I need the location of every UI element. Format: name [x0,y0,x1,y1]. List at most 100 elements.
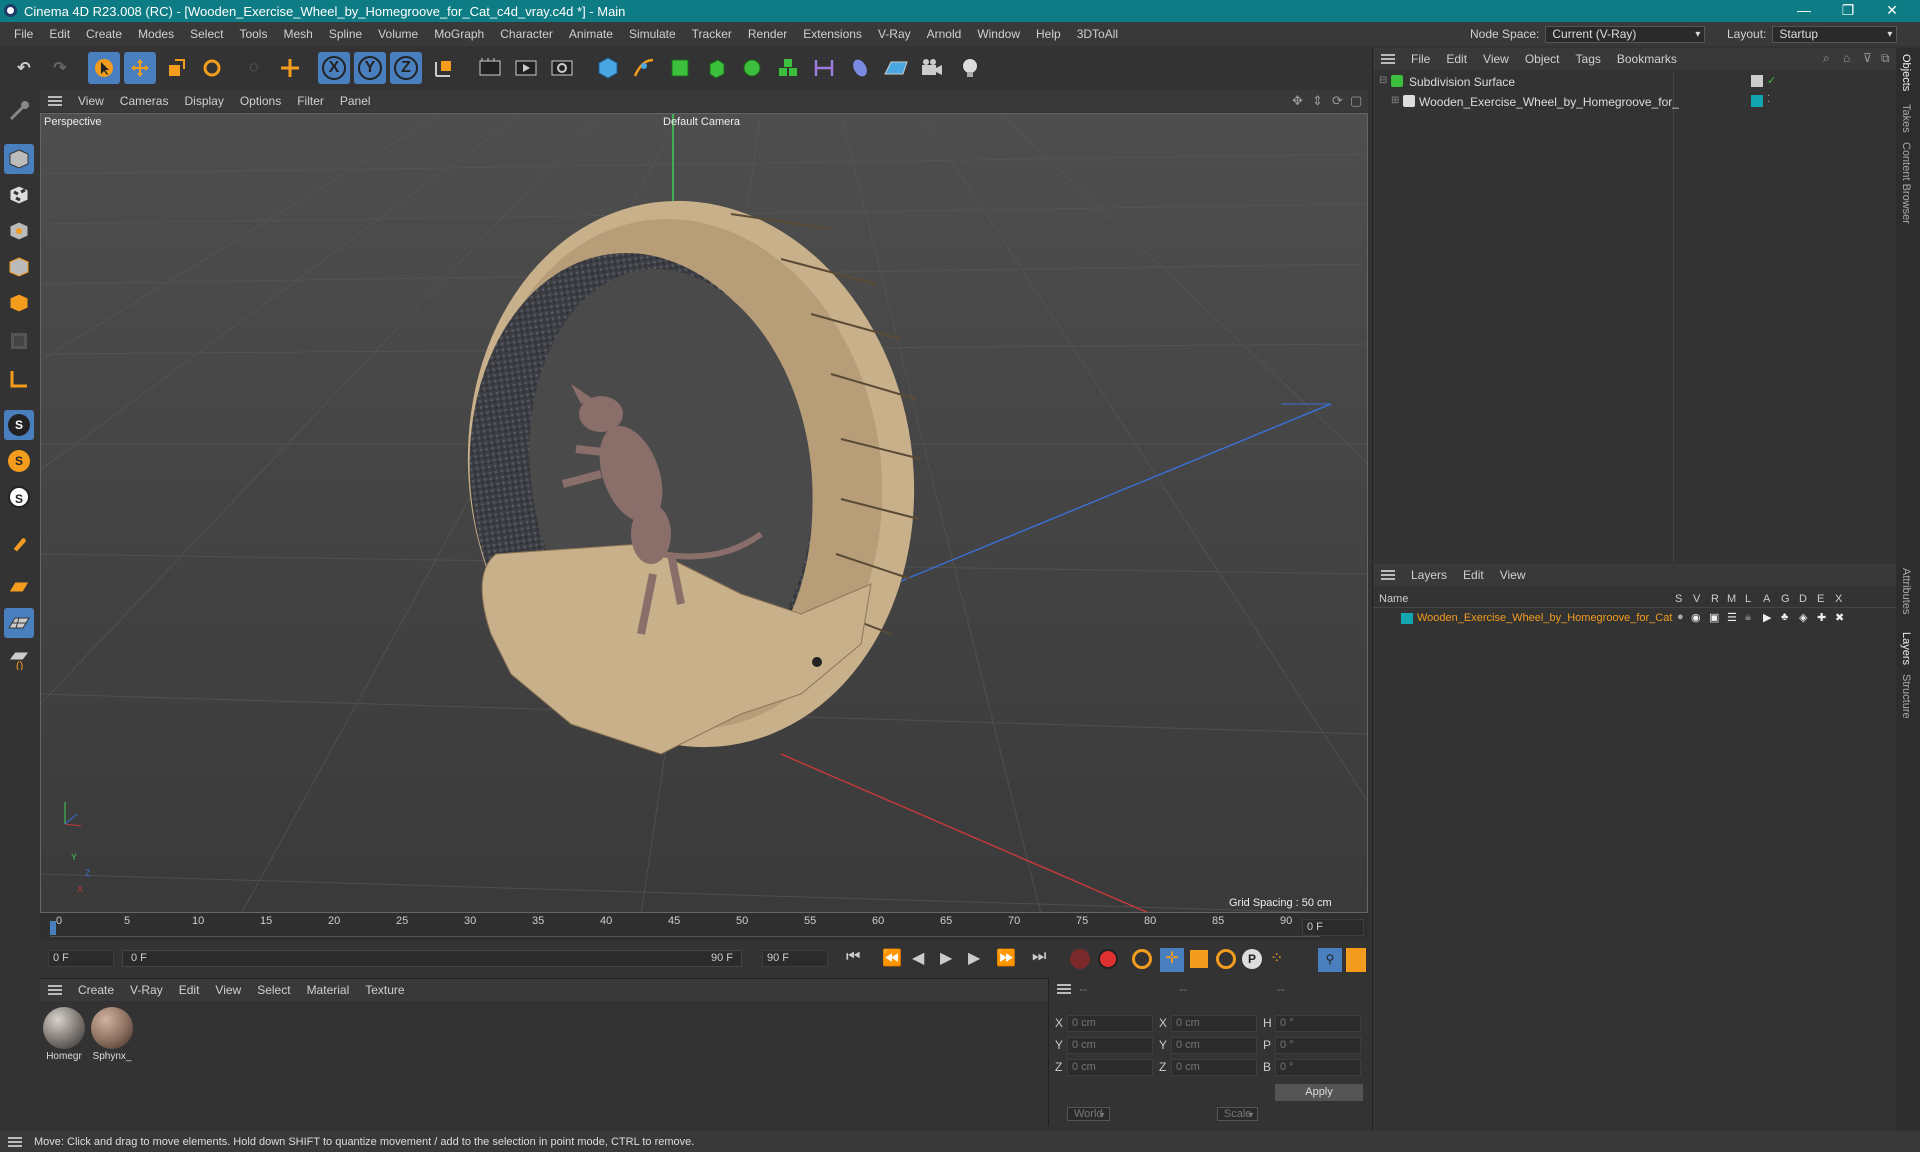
scale-key-icon[interactable] [1190,950,1208,968]
next-key-icon[interactable]: ⏩ [996,948,1016,968]
size-z-field[interactable]: 0 cm [1171,1059,1257,1076]
vp-menu-panel[interactable]: Panel [332,94,379,108]
move-tool-icon[interactable] [124,52,156,84]
layer-generator-icon[interactable]: ♣ [1781,611,1788,623]
vp-menu-options[interactable]: Options [232,94,289,108]
layer-menu-edit[interactable]: Edit [1455,568,1492,582]
layer-visible-icon[interactable]: ◉ [1691,611,1701,624]
menu-vray[interactable]: V-Ray [870,27,919,41]
layer-lock-icon[interactable]: 🔒︎ [1745,611,1751,624]
render-view-icon[interactable] [510,52,542,84]
tab-layers[interactable]: Layers [1900,632,1912,665]
menu-extensions[interactable]: Extensions [795,27,870,41]
size-x-field[interactable]: 0 cm [1171,1015,1257,1032]
menu-animate[interactable]: Animate [561,27,621,41]
parameter-key-icon[interactable]: P [1242,949,1262,969]
mat-menu-material[interactable]: Material [299,983,358,997]
solo-icon[interactable]: () [4,644,34,674]
live-selection-icon[interactable]: ◌ [238,52,270,84]
menu-window[interactable]: Window [969,27,1028,41]
tab-content-browser[interactable]: Content Browser [1900,142,1912,224]
goto-end-icon[interactable]: ⏭ [1032,948,1046,966]
enabled-check-icon[interactable]: ✓ [1767,74,1776,87]
layout-select[interactable]: Startup [1772,25,1898,43]
object-menu-icon[interactable] [1381,54,1395,64]
pla-key-icon[interactable]: ⁘ [1270,948,1283,968]
cloner-icon[interactable] [736,52,768,84]
obj-menu-file[interactable]: File [1403,52,1438,66]
menu-3dtoall[interactable]: 3DToAll [1069,27,1126,41]
coord-system-select[interactable]: World [1067,1107,1110,1121]
texture-mode-icon[interactable] [4,180,34,210]
transform-icon[interactable] [274,52,306,84]
workplane-icon[interactable] [4,572,34,602]
mat-menu-texture[interactable]: Texture [357,983,412,997]
restore-button[interactable]: ❐ [1826,0,1870,22]
layer-deformer-icon[interactable]: ◈ [1799,611,1807,624]
menu-simulate[interactable]: Simulate [621,27,684,41]
timeline-ruler[interactable]: 0 5 10 15 20 25 30 35 40 45 50 55 60 65 … [40,913,1368,941]
collapse-icon[interactable]: ⊟ [1379,75,1387,86]
mat-menu-vray[interactable]: V-Ray [122,983,171,997]
rot-b-field[interactable]: 0 ° [1275,1059,1361,1076]
menu-spline[interactable]: Spline [321,27,370,41]
obj-menu-view[interactable]: View [1475,52,1517,66]
pos-y-field[interactable]: 0 cm [1067,1037,1153,1054]
redo-icon[interactable]: ↷ [44,52,76,84]
deformer-icon[interactable] [808,52,840,84]
material-swatch[interactable]: Homegr [42,1005,86,1065]
layer-menu-layers[interactable]: Layers [1403,568,1455,582]
menu-mograph[interactable]: MoGraph [426,27,492,41]
array-icon[interactable] [772,52,804,84]
obj-menu-bookmarks[interactable]: Bookmarks [1609,52,1685,66]
make-editable-icon[interactable] [4,96,34,126]
model-mode-icon[interactable] [4,144,34,174]
polygon-mode-icon[interactable] [4,288,34,318]
vp-menu-filter[interactable]: Filter [289,94,332,108]
rotate-view-icon[interactable]: ⟳ [1332,93,1343,109]
keyframe-selection-icon[interactable] [1132,949,1152,969]
minimize-button[interactable]: — [1782,0,1826,22]
subdivision-icon[interactable] [664,52,696,84]
cube-icon[interactable] [592,52,624,84]
prev-key-icon[interactable]: ⏪ [882,948,902,968]
layer-color-icon[interactable] [1751,95,1763,107]
layer-tag-icon[interactable] [1751,75,1763,87]
position-key-icon[interactable]: ✛ [1160,948,1184,972]
current-frame-field[interactable]: 0 F [1302,919,1364,936]
mat-menu-create[interactable]: Create [70,983,122,997]
autokey-icon[interactable] [1098,949,1118,969]
point-mode-icon[interactable] [4,216,34,246]
frame-range-slider[interactable]: 0 F 90 F [122,950,742,967]
snap-icon[interactable]: S [4,410,34,440]
vp-menu-display[interactable]: Display [176,94,231,108]
workplane-snap-icon[interactable]: S [4,482,34,512]
obj-menu-object[interactable]: Object [1517,52,1568,66]
tab-objects[interactable]: Objects [1900,54,1912,91]
maximize-view-icon[interactable]: ▢ [1350,93,1362,109]
floor-icon[interactable] [880,52,912,84]
obj-menu-tags[interactable]: Tags [1568,52,1609,66]
motion-record-icon[interactable]: ⚲ [1318,948,1342,972]
pen-spline-icon[interactable] [628,52,660,84]
apply-button[interactable]: Apply [1275,1084,1363,1101]
object-row-wheel[interactable]: ⊞ Wooden_Exercise_Wheel_by_Homegroove_fo… [1373,92,1897,112]
record-icon[interactable] [1070,949,1090,969]
tab-attributes[interactable]: Attributes [1900,568,1912,614]
render-region-icon[interactable] [474,52,506,84]
home-icon[interactable]: ⌂ [1843,51,1850,65]
obj-menu-edit[interactable]: Edit [1438,52,1475,66]
pos-z-field[interactable]: 0 cm [1067,1059,1153,1076]
snap-settings-icon[interactable]: S [4,446,34,476]
new-window-icon[interactable]: ⧉ [1881,51,1890,66]
axis-mode-icon[interactable] [4,364,34,394]
tab-structure[interactable]: Structure [1900,674,1912,719]
visibility-dots-icon[interactable]: ⁚ [1767,94,1770,105]
play-icon[interactable]: ▶ [940,948,952,968]
prev-frame-icon[interactable]: ◀ [912,948,924,968]
layer-xref-icon[interactable]: ✖ [1835,611,1844,624]
scale-tool-icon[interactable] [160,52,192,84]
layer-render-icon[interactable]: ▣ [1709,611,1719,624]
menu-help[interactable]: Help [1028,27,1069,41]
layer-menu-icon[interactable] [1381,570,1395,580]
